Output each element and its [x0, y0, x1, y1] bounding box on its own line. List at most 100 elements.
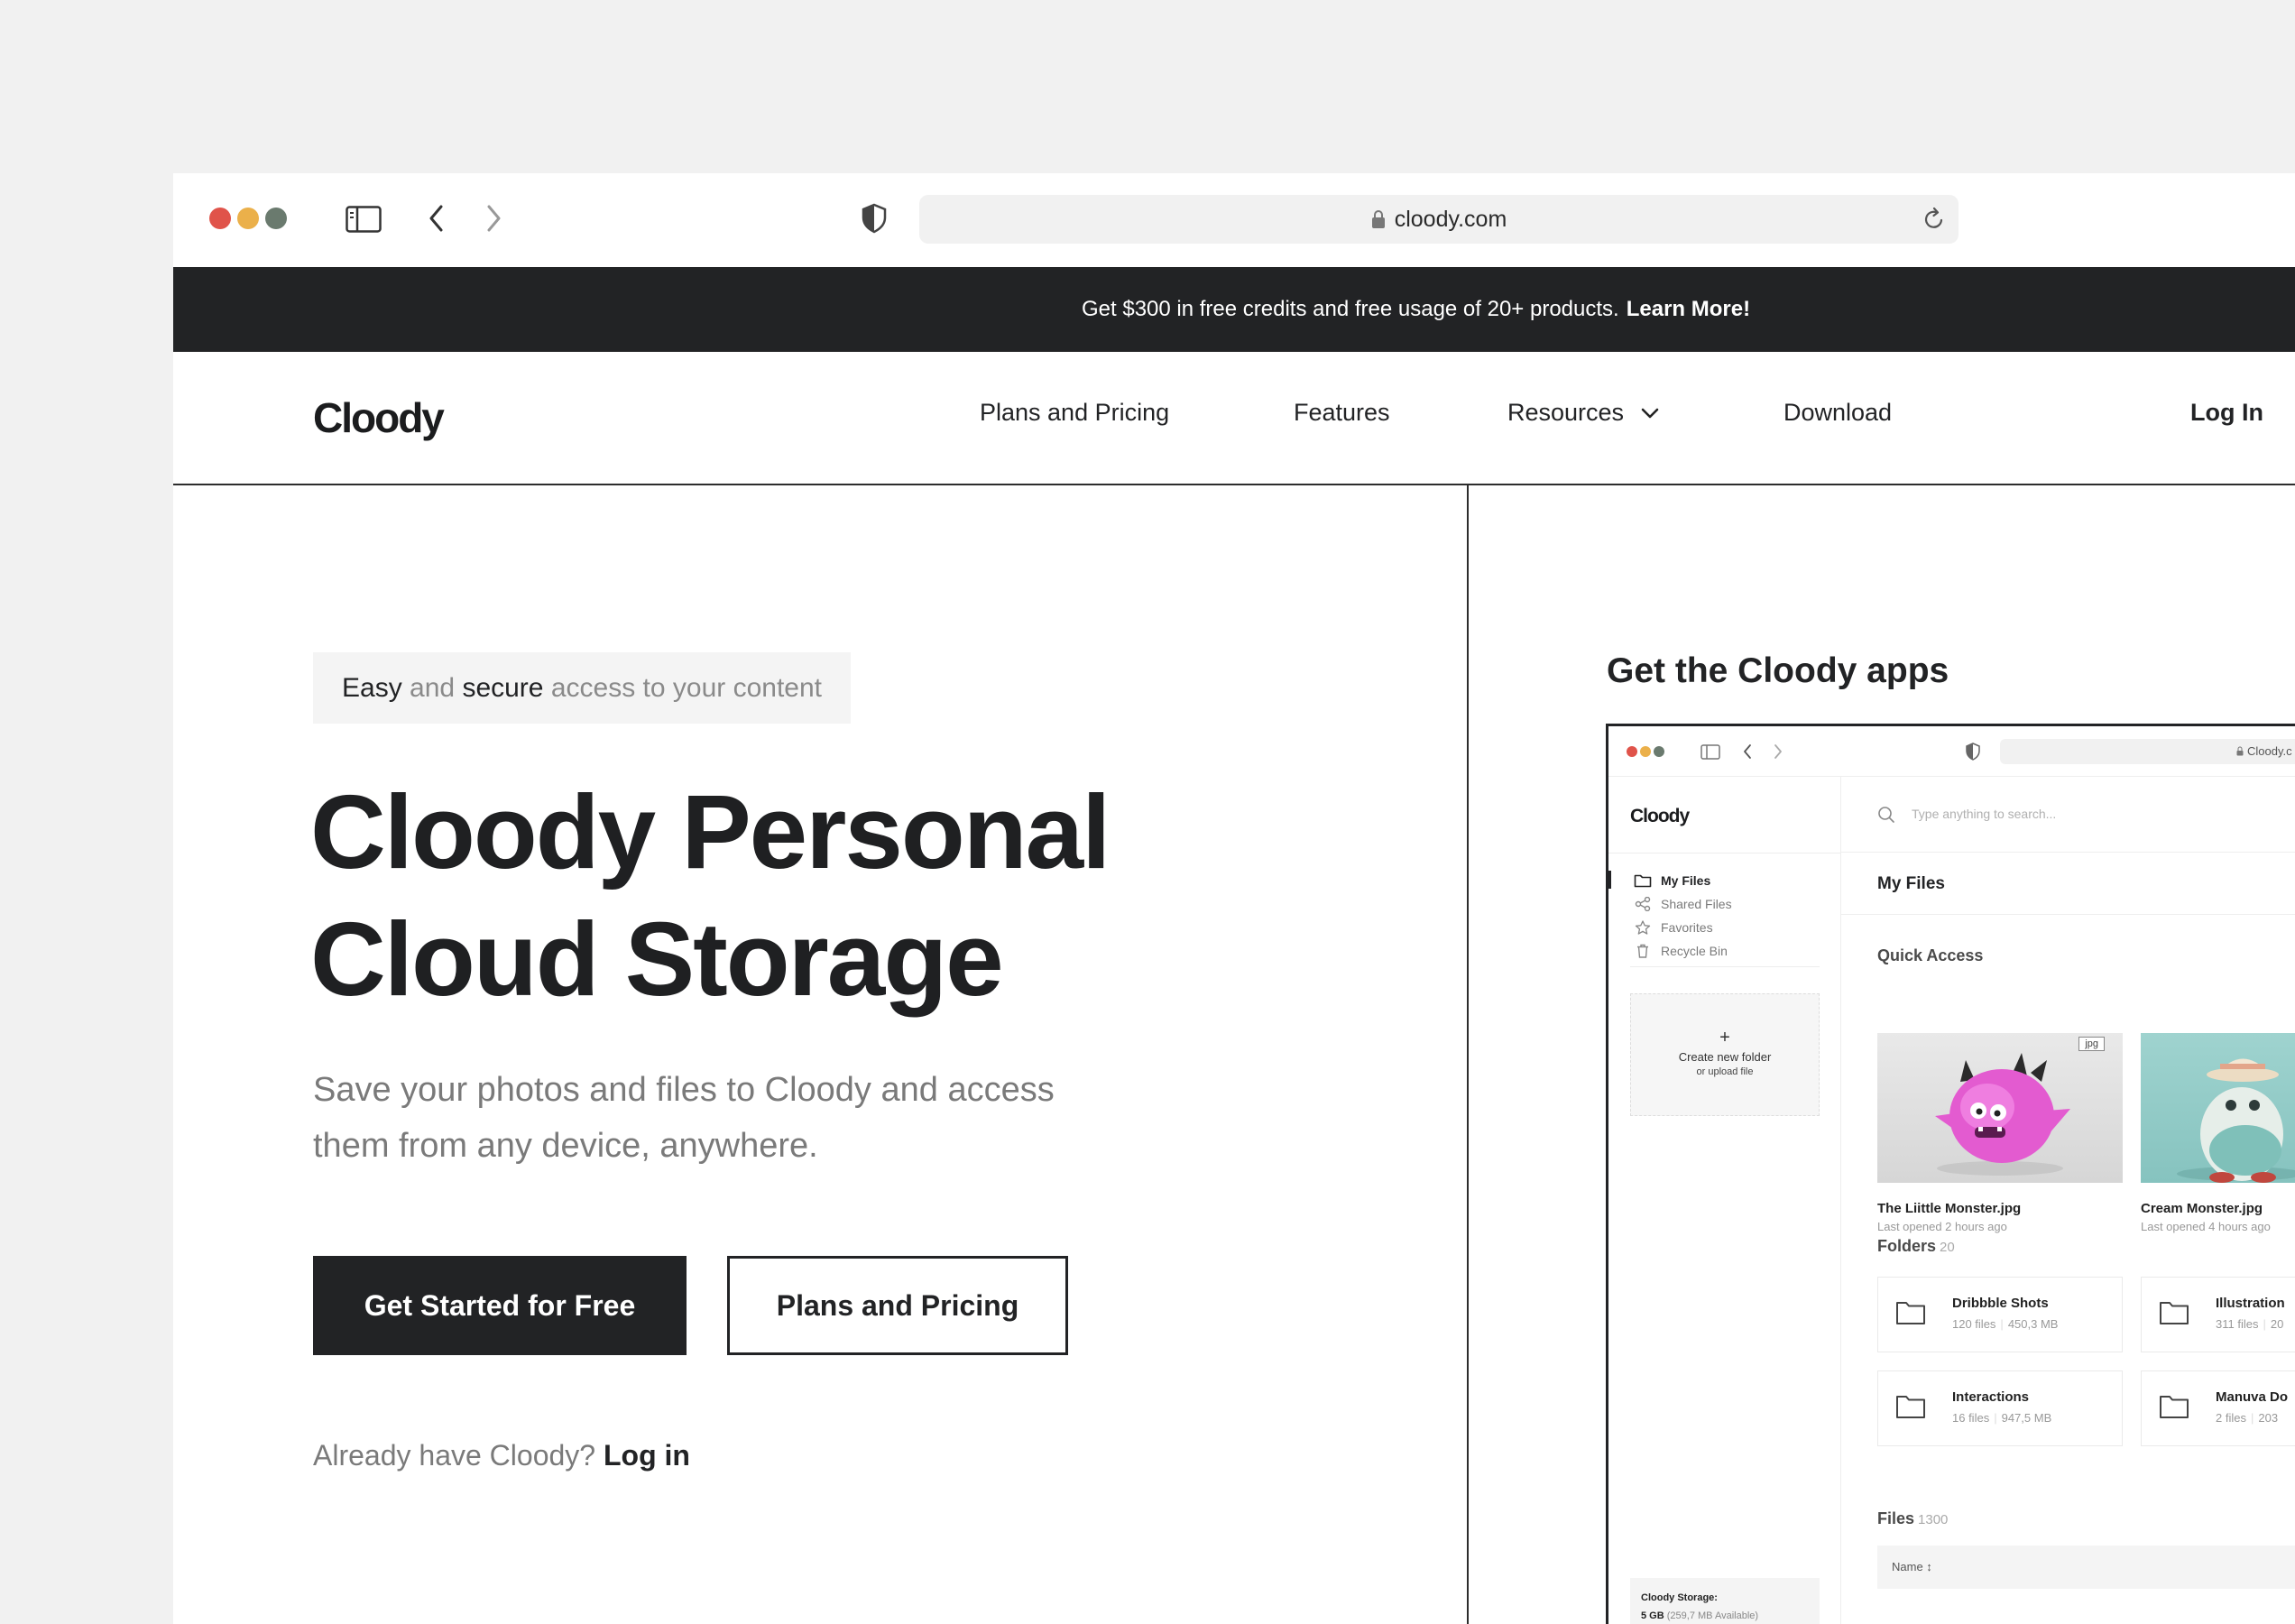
preview-sidebar-divider-2: [1630, 966, 1820, 967]
preview-search-bar: [1841, 777, 2295, 853]
preview-page-title: My Files: [1877, 874, 1945, 893]
hero-login-link[interactable]: Log in: [604, 1439, 690, 1472]
preview-storage-label: Cloody Storage:: [1641, 1592, 1718, 1603]
preview-sidebar: Cloody My Files Shared Files Favorites R…: [1608, 777, 1841, 1624]
preview-folder-files-2: 311 files: [2216, 1317, 2259, 1331]
browser-window: cloody.com Get $300 in free credits and …: [173, 173, 2295, 1624]
preview-search-input: [1912, 800, 2290, 827]
shield-icon[interactable]: [861, 203, 888, 234]
preview-sidebar-shared-files-label: Shared Files: [1661, 897, 1732, 911]
preview-folder-meta-2: 311 files | 20: [2216, 1317, 2284, 1331]
learn-more-link[interactable]: Learn More!: [1627, 297, 1750, 322]
preview-create-title: Create new folder: [1678, 1049, 1772, 1064]
preview-folder-size-1: 450,3 MB: [2007, 1317, 2059, 1331]
already-have-account: Already have Cloody? Log in: [313, 1439, 690, 1472]
preview-folder-meta-4: 2 files | 203: [2216, 1411, 2279, 1425]
preview-files-label: Files: [1877, 1509, 1915, 1527]
preview-create-folder-box: + Create new folder or upload file: [1630, 993, 1820, 1116]
hero-title: Cloody Personal Cloud Storage: [310, 769, 1111, 1023]
hero-tagline: Easy and secure access to your content: [313, 652, 851, 724]
forward-arrow-icon[interactable]: [484, 204, 502, 233]
nav-plans-pricing-label: Plans and Pricing: [980, 399, 1170, 426]
preview-sidebar-favorites: Favorites: [1634, 920, 1713, 935]
tagline-and: and: [401, 672, 463, 703]
already-text: Already have Cloody?: [313, 1439, 596, 1472]
address-bar[interactable]: cloody.com: [919, 195, 1959, 244]
preview-back-arrow-icon: [1744, 744, 1751, 759]
share-icon: [1635, 897, 1651, 911]
lock-icon: [1371, 210, 1385, 228]
preview-folder-size-3: 947,5 MB: [2001, 1411, 2052, 1425]
hero-subtitle-line-2: them from any device, anywhere.: [313, 1127, 818, 1165]
maximize-window-button[interactable]: [265, 208, 287, 229]
preview-active-indicator: [1608, 871, 1611, 889]
preview-files-table-header: Name ↕: [1877, 1546, 2295, 1589]
preview-folder-card-1: Dribbble Shots 120 files | 450,3 MB: [1877, 1277, 2123, 1352]
preview-sidebar-toggle-icon: [1701, 744, 1720, 760]
section-divider: [1467, 485, 1469, 1624]
preview-storage-value: 5 GB: [1641, 1610, 1664, 1621]
preview-file-type-tag: jpg: [2078, 1037, 2105, 1051]
preview-folder-name-3: Interactions: [1952, 1389, 2030, 1405]
hero-subtitle: Save your photos and files to Cloody and…: [313, 1062, 1215, 1174]
preview-storage-available: (259,7 MB Available): [1666, 1610, 1759, 1621]
nav-login-label: Log In: [2190, 399, 2263, 426]
plus-icon: +: [1719, 1027, 1730, 1047]
site-navbar: Cloody Plans and Pricing Features Resour…: [173, 352, 2295, 485]
preview-sidebar-favorites-label: Favorites: [1661, 920, 1713, 935]
cream-monster-thumbnail: [2141, 1033, 2295, 1183]
nav-resources-label: Resources: [1507, 399, 1625, 426]
preview-folders-label: Folders: [1877, 1237, 1937, 1255]
preview-forward-arrow-icon: [1774, 744, 1782, 759]
preview-folder-name-4: Manuva Do: [2216, 1389, 2289, 1405]
preview-quick-access-card-1: jpg The Liittle Monster.jpg Last opened …: [1877, 1033, 2123, 1233]
preview-folder-meta-1: 120 files | 450,3 MB: [1952, 1317, 2059, 1331]
preview-storage-info: Cloody Storage: 5 GB (259,7 MB Available…: [1630, 1578, 1820, 1624]
back-arrow-icon[interactable]: [428, 204, 446, 233]
close-window-button[interactable]: [209, 208, 231, 229]
preview-quick-access-card-2: Cream Monster.jpg Last opened 4 hours ag…: [2141, 1033, 2295, 1233]
preview-files-count: 1300: [1918, 1512, 1949, 1527]
preview-browser-toolbar: Cloody.c: [1608, 726, 2295, 777]
preview-create-sub: or upload file: [1696, 1066, 1754, 1077]
nav-plans-pricing[interactable]: Plans and Pricing: [980, 399, 1169, 427]
minimize-window-button[interactable]: [237, 208, 259, 229]
folder-icon: [1634, 874, 1652, 888]
preview-sidebar-my-files: My Files: [1634, 873, 1710, 888]
preview-close-dot: [1627, 746, 1637, 757]
sidebar-toggle-icon[interactable]: [346, 206, 382, 233]
hero-title-line-1: Cloody Personal: [310, 773, 1111, 890]
reload-icon[interactable]: [1922, 207, 1946, 232]
preview-quick-access-meta-1: Last opened 2 hours ago: [1877, 1220, 2007, 1233]
preview-folder-name-1: Dribbble Shots: [1952, 1296, 2049, 1311]
site-logo[interactable]: Cloody: [313, 393, 445, 442]
search-icon: [1878, 807, 1894, 823]
preview-maximize-dot: [1654, 746, 1664, 757]
pink-monster-thumbnail: jpg: [1877, 1033, 2123, 1183]
preview-folders-count: 20: [1940, 1240, 1955, 1255]
apps-section-title: Get the Cloody apps: [1607, 651, 1949, 690]
preview-folder-files-4: 2 files: [2216, 1411, 2246, 1425]
promo-text: Get $300 in free credits and free usage …: [1082, 297, 1619, 321]
preview-folder-files-3: 16 files: [1952, 1411, 1990, 1425]
preview-main-divider: [1841, 914, 2295, 915]
preview-folders-title: Folders 20: [1877, 1237, 1955, 1256]
preview-sidebar-divider: [1608, 853, 1841, 854]
hero-title-line-2: Cloud Storage: [310, 900, 1004, 1018]
nav-resources[interactable]: Resources: [1507, 399, 1660, 427]
nav-features[interactable]: Features: [1294, 399, 1390, 427]
get-started-button[interactable]: Get Started for Free: [313, 1256, 687, 1355]
url-text: cloody.com: [1394, 206, 1507, 232]
nav-login-button[interactable]: Log In: [2190, 399, 2263, 427]
preview-sidebar-recycle-bin: Recycle Bin: [1634, 944, 1728, 958]
preview-minimize-dot: [1640, 746, 1651, 757]
preview-shield-icon: [1966, 743, 1980, 761]
preview-folder-files-1: 120 files: [1952, 1317, 1996, 1331]
preview-sidebar-shared-files: Shared Files: [1634, 897, 1732, 911]
plans-pricing-button[interactable]: Plans and Pricing: [727, 1256, 1068, 1355]
preview-folder-meta-3: 16 files | 947,5 MB: [1952, 1411, 2052, 1425]
preview-quick-access-title: Quick Access: [1877, 946, 1984, 964]
nav-download[interactable]: Download: [1783, 399, 1892, 427]
preview-url-text: Cloody.c: [2247, 744, 2292, 758]
browser-toolbar: cloody.com: [173, 173, 2295, 267]
